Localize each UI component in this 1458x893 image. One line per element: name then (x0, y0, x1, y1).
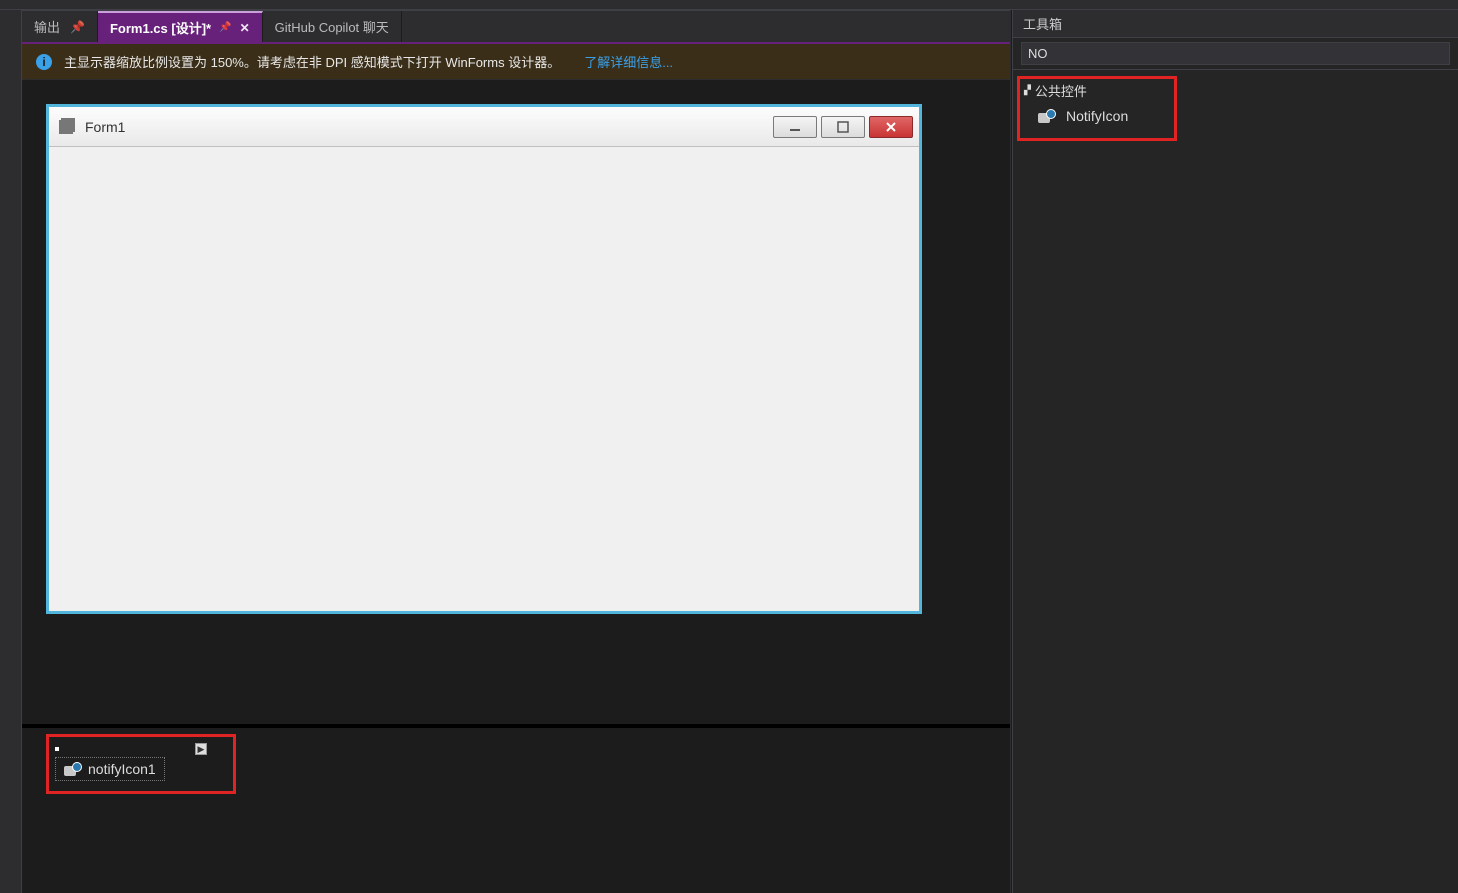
info-icon: i (36, 54, 52, 70)
form-app-icon (59, 120, 73, 134)
tab-copilot-chat[interactable]: GitHub Copilot 聊天 (263, 11, 402, 42)
selection-handle[interactable] (55, 747, 59, 751)
designer-canvas[interactable]: Form1 (22, 80, 1010, 893)
toolbox-search-row (1013, 38, 1458, 70)
component-tray-item-notifyicon[interactable]: notifyIcon1 (55, 757, 165, 781)
smarttag-row: ▶ (55, 743, 225, 755)
tab-row: 输出 📌 Form1.cs [设计]* 📌 ✕ GitHub Copilot 聊… (22, 10, 1010, 42)
toolbox-body: ▞ 公共控件 NotifyIcon (1013, 70, 1458, 147)
component-tray-item-label: notifyIcon1 (88, 761, 156, 777)
window-buttons (773, 116, 913, 138)
document-column: 输出 📌 Form1.cs [设计]* 📌 ✕ GitHub Copilot 聊… (22, 10, 1010, 893)
annotation-box-toolbox: ▞ 公共控件 NotifyIcon (1017, 76, 1177, 141)
notifyicon-icon (1038, 109, 1056, 123)
smarttag-arrow-icon[interactable]: ▶ (195, 743, 207, 755)
tab-output-label: 输出 (34, 17, 60, 36)
toolbox-group-label: 公共控件 (1035, 81, 1087, 100)
tab-form-label: Form1.cs [设计]* (110, 18, 211, 37)
close-button[interactable] (869, 116, 913, 138)
main-area: 输出 📌 Form1.cs [设计]* 📌 ✕ GitHub Copilot 聊… (0, 10, 1458, 893)
tab-form-designer[interactable]: Form1.cs [设计]* 📌 ✕ (98, 11, 263, 42)
minimize-button[interactable] (773, 116, 817, 138)
form-client-area[interactable] (49, 147, 919, 611)
form-window[interactable]: Form1 (46, 104, 922, 614)
tray-divider (22, 724, 1010, 728)
form-titlebar[interactable]: Form1 (49, 107, 919, 147)
chevron-down-icon: ▞ (1024, 85, 1031, 96)
toolbox-search-input[interactable] (1021, 42, 1450, 65)
annotation-box-tray: ▶ notifyIcon1 (46, 734, 236, 794)
toolbox-item-notifyicon[interactable]: NotifyIcon (1024, 102, 1170, 130)
left-tool-rail[interactable] (0, 10, 22, 893)
close-icon[interactable]: ✕ (240, 21, 250, 35)
notification-text: 主显示器缩放比例设置为 150%。请考虑在非 DPI 感知模式下打开 WinFo… (64, 52, 560, 71)
toolbox-panel: 工具箱 ▞ 公共控件 NotifyIcon (1012, 10, 1458, 893)
tab-copilot-label: GitHub Copilot 聊天 (275, 17, 389, 36)
maximize-button[interactable] (821, 116, 865, 138)
component-tray: ▶ notifyIcon1 (46, 724, 986, 794)
form-title: Form1 (85, 119, 765, 135)
notification-learn-more-link[interactable]: 了解详细信息... (584, 52, 673, 71)
pin-icon[interactable]: 📌 (70, 20, 85, 34)
toolbox-item-label: NotifyIcon (1066, 108, 1128, 124)
toolbox-title[interactable]: 工具箱 (1013, 10, 1458, 38)
tab-output[interactable]: 输出 📌 (22, 11, 98, 42)
dpi-notification-bar: i 主显示器缩放比例设置为 150%。请考虑在非 DPI 感知模式下打开 Win… (22, 44, 1010, 80)
menu-toolbar-fragment (0, 0, 1458, 10)
toolbox-group-common-controls[interactable]: ▞ 公共控件 (1024, 79, 1170, 102)
pin-icon[interactable]: 📌 (219, 22, 231, 33)
notifyicon-icon (64, 762, 82, 776)
